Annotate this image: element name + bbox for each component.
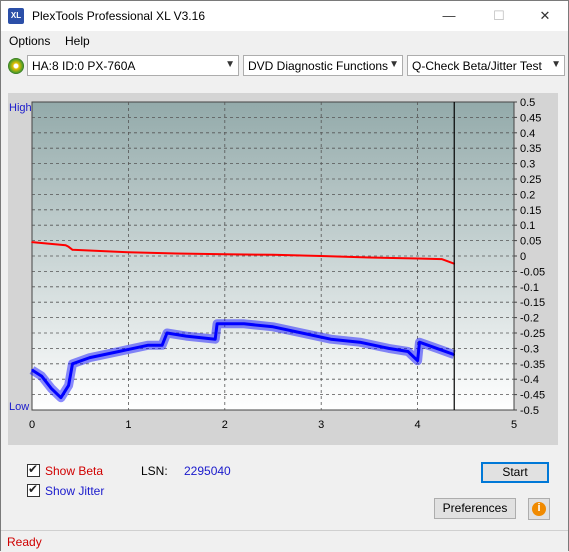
drive-select-value: HA:8 ID:0 PX-760A	[32, 59, 136, 73]
show-jitter-label[interactable]: Show Jitter	[45, 484, 104, 498]
show-beta-label[interactable]: Show Beta	[45, 464, 103, 478]
close-button[interactable]: ✕	[522, 1, 568, 31]
test-select-value: Q-Check Beta/Jitter Test	[412, 59, 542, 73]
info-button[interactable]: i	[528, 498, 550, 520]
function-select-value: DVD Diagnostic Functions	[248, 59, 389, 73]
preferences-button[interactable]: Preferences	[434, 498, 516, 519]
chevron-down-icon: ▼	[225, 59, 235, 70]
chevron-down-icon: ▼	[389, 59, 399, 70]
y-label-low: Low	[9, 401, 30, 413]
disc-icon	[8, 58, 24, 74]
status-bar: Ready	[1, 530, 568, 551]
window-title: PlexTools Professional XL V3.16	[32, 9, 205, 23]
chevron-down-icon: ▼	[551, 59, 561, 70]
test-select[interactable]: Q-Check Beta/Jitter Test ▼	[407, 55, 565, 76]
menu-options[interactable]: Options	[9, 34, 50, 48]
menu-help[interactable]: Help	[65, 34, 90, 48]
lsn-label: LSN:	[141, 464, 168, 478]
drive-select[interactable]: HA:8 ID:0 PX-760A ▼	[27, 55, 239, 76]
start-button[interactable]: Start	[481, 462, 549, 483]
app-icon: XL	[8, 8, 24, 24]
status-text: Ready	[7, 535, 42, 549]
function-select[interactable]: DVD Diagnostic Functions ▼	[243, 55, 403, 76]
title-bar: XL PlexTools Professional XL V3.16 — ☐ ✕	[1, 1, 568, 31]
y-label-high: High	[9, 102, 32, 114]
info-icon: i	[537, 502, 541, 514]
chart-frame	[8, 93, 558, 445]
show-beta-checkbox[interactable]	[27, 462, 40, 477]
main-window: XL PlexTools Professional XL V3.16 — ☐ ✕…	[0, 0, 569, 551]
minimize-button[interactable]: —	[426, 1, 472, 31]
lsn-value: 2295040	[184, 464, 231, 478]
show-jitter-checkbox[interactable]	[27, 482, 40, 497]
menu-bar: Options Help	[1, 31, 568, 51]
maximize-button[interactable]: ☐	[476, 1, 522, 31]
